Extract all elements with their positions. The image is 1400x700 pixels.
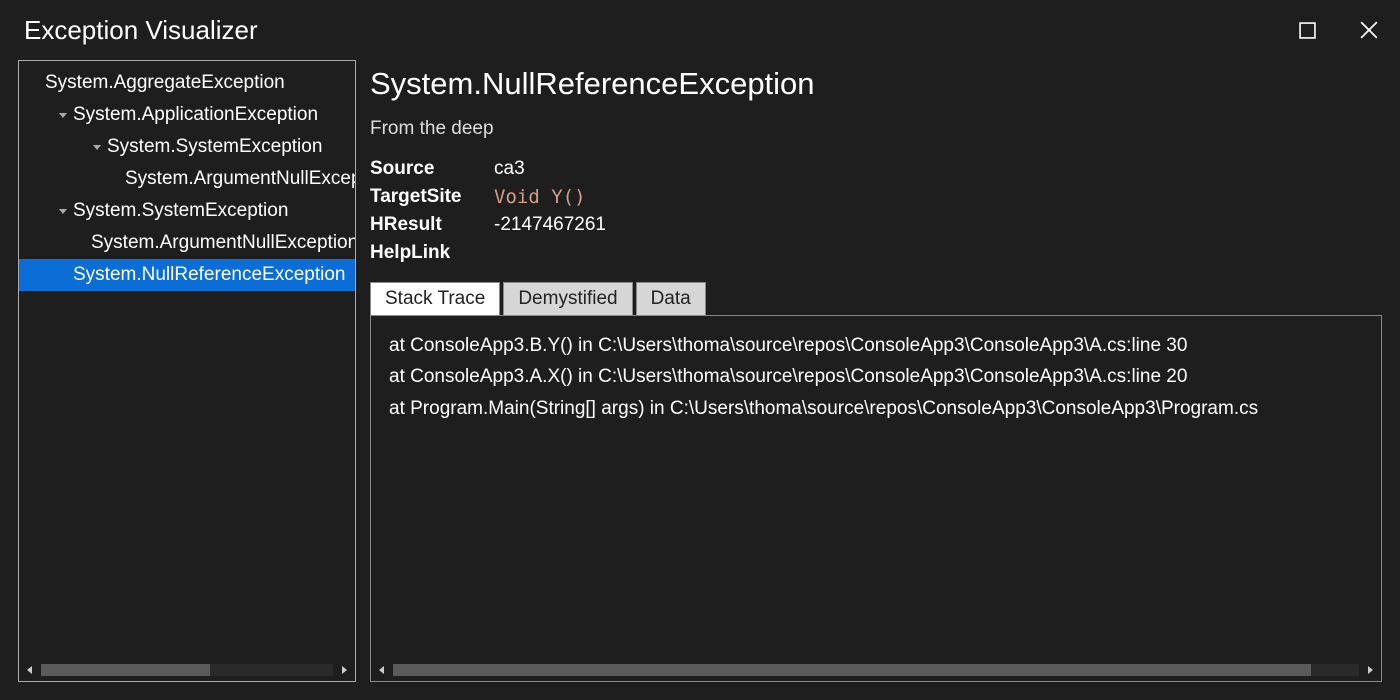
exception-tree[interactable]: System.AggregateException System.Applicat…: [19, 61, 355, 659]
tree-item-label: System.ArgumentNullException: [125, 168, 355, 190]
hresult-label: HResult: [370, 214, 490, 236]
stack-frame: at ConsoleApp3.A.X() in C:\Users\thoma\s…: [389, 361, 1363, 392]
scroll-right-icon[interactable]: [1361, 661, 1379, 679]
tree-item[interactable]: System.ApplicationException: [19, 99, 355, 131]
maximize-button[interactable]: [1299, 22, 1316, 39]
exception-tree-panel: System.AggregateException System.Applicat…: [18, 60, 356, 682]
expander-icon[interactable]: [55, 110, 71, 120]
titlebar: Exception Visualizer: [0, 0, 1400, 60]
tree-item-label: System.ApplicationException: [73, 104, 318, 126]
expander-icon[interactable]: [89, 142, 105, 152]
tree-item[interactable]: System.AggregateException: [19, 67, 355, 99]
scrollbar-thumb[interactable]: [41, 664, 210, 676]
helplink-label: HelpLink: [370, 242, 490, 264]
hresult-value: -2147467261: [494, 214, 1382, 236]
detail-tabs: Stack Trace Demystified Data: [370, 282, 1382, 315]
window: Exception Visualizer System.AggregateExc…: [0, 0, 1400, 700]
stack-trace-text[interactable]: at ConsoleApp3.B.Y() in C:\Users\thoma\s…: [371, 316, 1381, 659]
tree-item-label: System.SystemException: [73, 200, 288, 222]
scroll-left-icon[interactable]: [21, 661, 39, 679]
exception-type-heading: System.NullReferenceException: [370, 66, 1382, 102]
exception-properties: Source ca3 TargetSite Void Y() HResult -…: [370, 158, 1382, 264]
targetsite-value: Void Y(): [494, 186, 1382, 208]
stack-frame: at ConsoleApp3.B.Y() in C:\Users\thoma\s…: [389, 330, 1363, 361]
expander-icon[interactable]: [55, 206, 71, 216]
tree-item[interactable]: System.NullReferenceException: [19, 259, 355, 291]
content: System.AggregateException System.Applicat…: [0, 60, 1400, 700]
scrollbar-track[interactable]: [393, 664, 1359, 676]
tree-item-label: System.AggregateException: [45, 72, 285, 94]
tree-item[interactable]: System.SystemException: [19, 195, 355, 227]
scrollbar-thumb[interactable]: [393, 664, 1311, 676]
source-value: ca3: [494, 158, 1382, 180]
scroll-left-icon[interactable]: [373, 661, 391, 679]
stack-frame: at Program.Main(String[] args) in C:\Use…: [389, 393, 1363, 424]
stack-horizontal-scrollbar[interactable]: [371, 659, 1381, 681]
helplink-value: [494, 242, 1382, 264]
window-controls: [1299, 21, 1378, 39]
scrollbar-track[interactable]: [41, 664, 333, 676]
window-title: Exception Visualizer: [24, 15, 258, 46]
tree-horizontal-scrollbar[interactable]: [19, 659, 355, 681]
source-label: Source: [370, 158, 490, 180]
tree-item-label: System.SystemException: [107, 136, 322, 158]
tab-data[interactable]: Data: [636, 282, 706, 315]
tab-demystified[interactable]: Demystified: [503, 282, 632, 315]
tree-item[interactable]: System.ArgumentNullException: [19, 163, 355, 195]
close-button[interactable]: [1360, 21, 1378, 39]
tree-item[interactable]: System.ArgumentNullException: [19, 227, 355, 259]
stack-trace-panel: at ConsoleApp3.B.Y() in C:\Users\thoma\s…: [370, 315, 1382, 682]
scroll-right-icon[interactable]: [335, 661, 353, 679]
exception-detail-panel: System.NullReferenceException From the d…: [370, 60, 1382, 682]
tree-item-label: System.ArgumentNullException: [91, 232, 355, 254]
tree-item[interactable]: System.SystemException: [19, 131, 355, 163]
exception-message: From the deep: [370, 118, 1382, 140]
tree-item-label: System.NullReferenceException: [73, 264, 345, 286]
tab-stack-trace[interactable]: Stack Trace: [370, 282, 500, 315]
targetsite-label: TargetSite: [370, 186, 490, 208]
